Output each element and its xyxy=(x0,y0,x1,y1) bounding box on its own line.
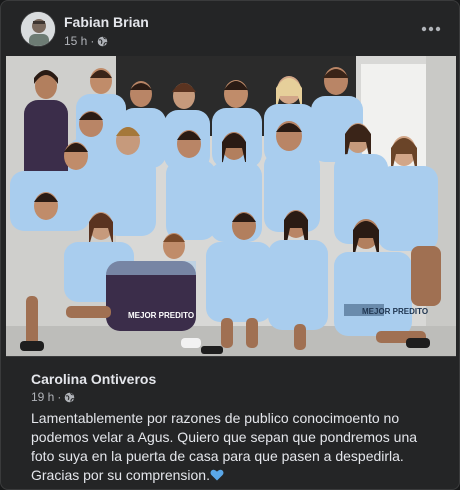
shared-author-name[interactable]: Carolina Ontiveros xyxy=(31,371,156,387)
more-options-icon xyxy=(421,26,441,32)
avatar[interactable] xyxy=(20,11,56,47)
team-photo: MEJOR PREDITO MEJOR PREDITO xyxy=(6,56,456,356)
globe-icon xyxy=(65,392,75,402)
shared-post-meta: 19 h · xyxy=(31,390,75,404)
post-card: Fabian Brian 15 h · MEJOR PREDITO MEJOR … xyxy=(0,0,460,490)
jersey-sponsor-2: MEJOR PREDITO xyxy=(128,311,194,320)
post-header: Fabian Brian 15 h · xyxy=(1,1,459,57)
globe-icon xyxy=(98,36,108,46)
post-photo[interactable]: MEJOR PREDITO MEJOR PREDITO xyxy=(6,56,456,356)
jersey-sponsor-1: MEJOR PREDITO xyxy=(362,307,428,316)
shared-post-body: Lamentablemente por razones de publico c… xyxy=(31,410,418,483)
post-time[interactable]: 15 h xyxy=(64,34,87,48)
shared-post[interactable]: Carolina Ontiveros 19 h · Lamentablement… xyxy=(6,356,456,484)
more-options-button[interactable] xyxy=(417,15,445,43)
meta-separator: · xyxy=(90,34,95,48)
shared-meta-separator: · xyxy=(57,390,62,404)
post-meta: 15 h · xyxy=(64,34,108,48)
blue-heart-icon xyxy=(210,469,224,481)
shared-post-text: Lamentablemente por razones de publico c… xyxy=(31,409,436,485)
author-name[interactable]: Fabian Brian xyxy=(64,14,149,30)
avatar-image xyxy=(21,12,55,46)
shared-post-time[interactable]: 19 h xyxy=(31,390,54,404)
